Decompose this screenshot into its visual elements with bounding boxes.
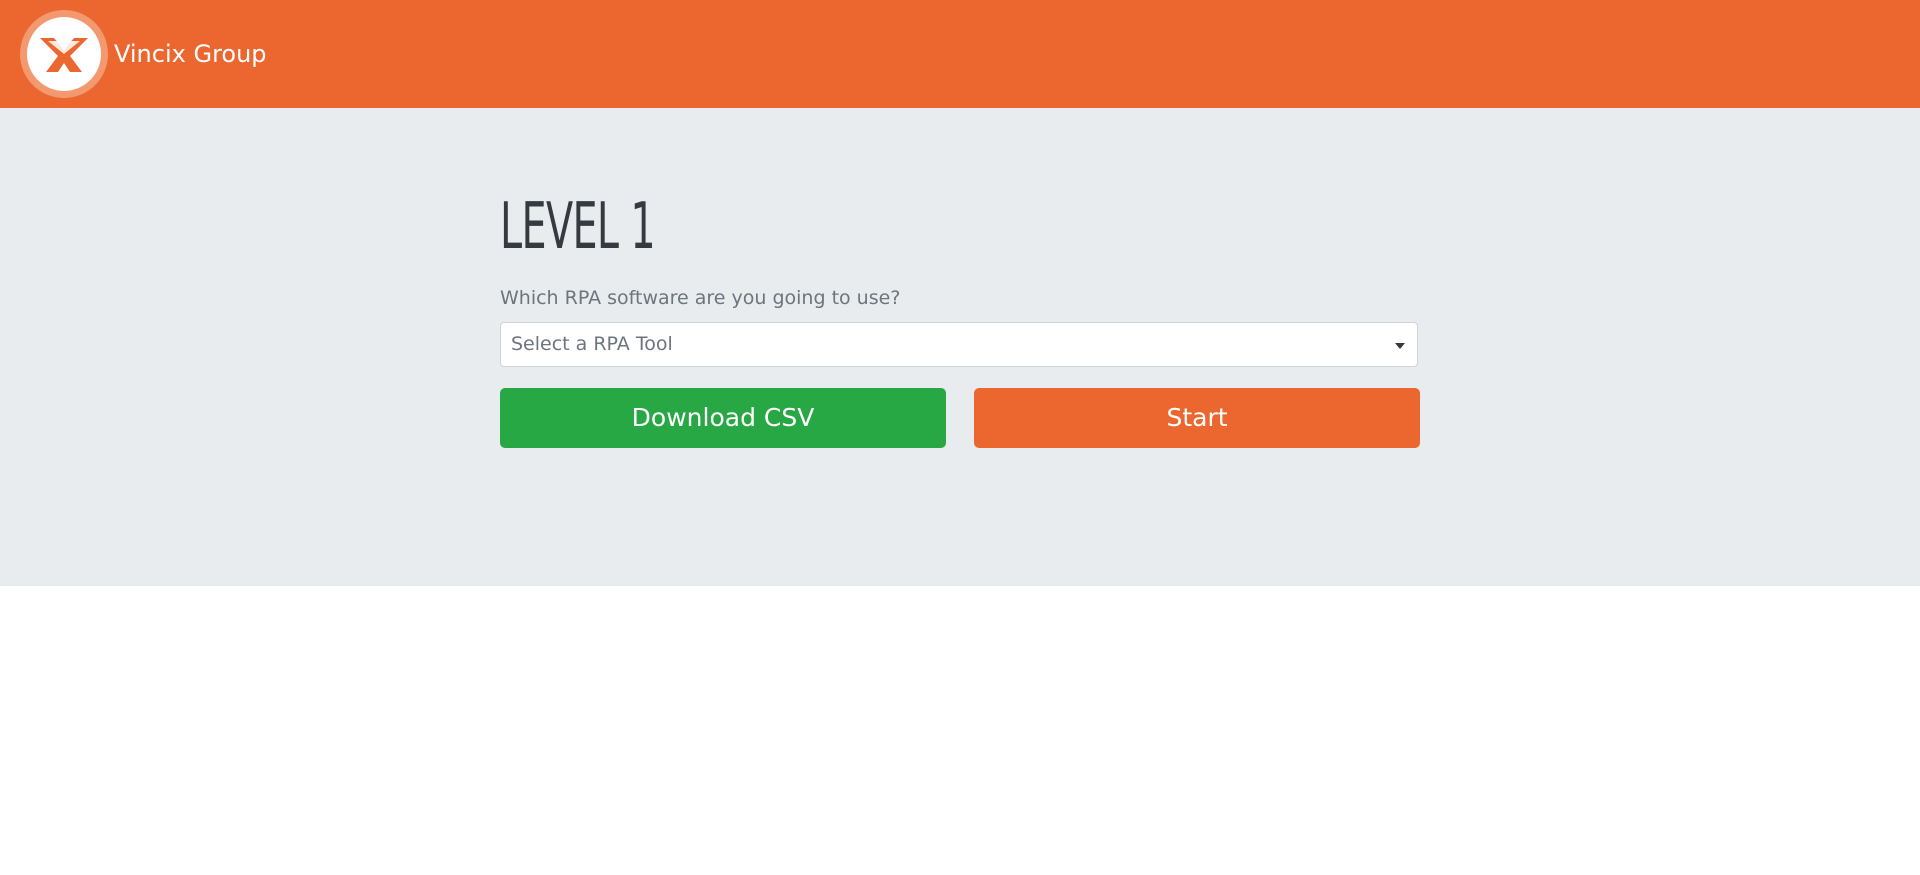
brand-name[interactable]: Vincix Group <box>114 40 267 68</box>
chevron-down-icon <box>1395 343 1405 349</box>
rpa-tool-select[interactable]: Select a RPA Tool <box>500 322 1418 367</box>
select-placeholder: Select a RPA Tool <box>511 333 673 355</box>
action-buttons: Download CSV Start <box>500 388 1420 448</box>
vincix-logo-icon[interactable] <box>20 10 108 98</box>
level-form: LEVEL 1 Which RPA software are you going… <box>500 192 1420 448</box>
download-csv-button[interactable]: Download CSV <box>500 388 946 448</box>
page-title: LEVEL 1 <box>500 190 656 264</box>
top-navbar: Vincix Group <box>0 0 1920 108</box>
question-label: Which RPA software are you going to use? <box>500 287 901 309</box>
navbar-brand[interactable]: Vincix Group <box>20 10 267 98</box>
jumbotron: LEVEL 1 Which RPA software are you going… <box>0 108 1920 586</box>
start-button[interactable]: Start <box>974 388 1420 448</box>
